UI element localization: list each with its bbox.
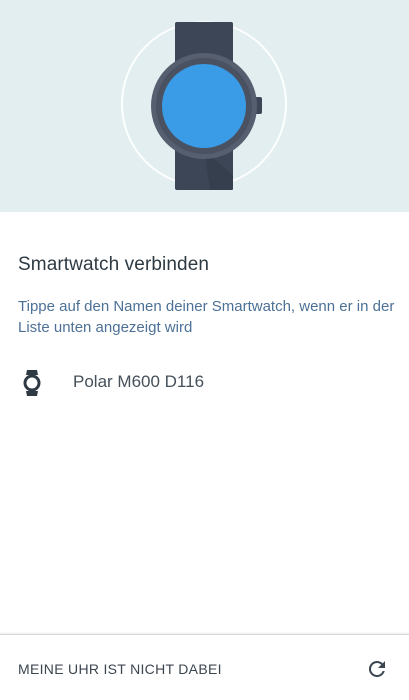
- watch-illustration: [121, 21, 287, 190]
- refresh-icon[interactable]: [365, 657, 389, 681]
- page-subtitle: Tippe auf den Namen deiner Smartwatch, w…: [18, 298, 395, 336]
- device-list-item[interactable]: Polar M600 D116: [0, 358, 409, 406]
- page-title: Smartwatch verbinden: [18, 254, 210, 275]
- watch-not-listed-button[interactable]: MEINE UHR IST NICHT DABEI: [18, 661, 222, 677]
- device-name: Polar M600 D116: [73, 372, 205, 391]
- hero-banner: [0, 0, 409, 212]
- footer-bar: MEINE UHR IST NICHT DABEI: [0, 634, 409, 700]
- watch-icon: [23, 370, 41, 396]
